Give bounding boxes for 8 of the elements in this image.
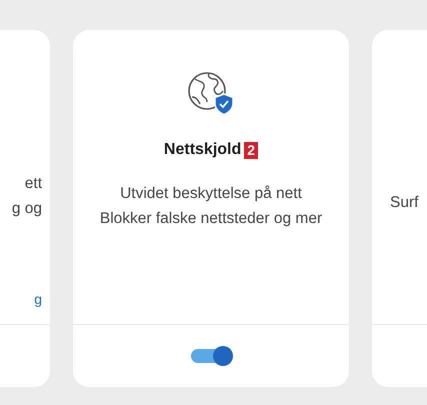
card-description: Surf [390, 193, 418, 213]
card-link[interactable]: g [34, 291, 50, 307]
card-description: ett [24, 174, 42, 194]
card-description: g og [12, 199, 42, 219]
toggle-switch[interactable] [191, 349, 231, 363]
card-title: Nettskjold [164, 141, 242, 159]
card-description: Utvidet beskyttelse på nett Blokker falske nettsteder og mer [98, 184, 324, 229]
number-badge: 2 [244, 142, 258, 158]
